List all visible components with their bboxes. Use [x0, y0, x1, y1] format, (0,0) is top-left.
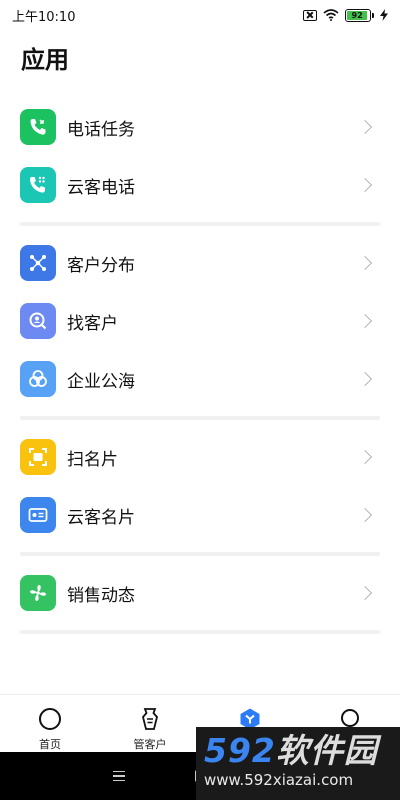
status-time: 上午10:10	[12, 9, 76, 25]
sales-dynamic-icon	[20, 575, 56, 611]
phone-task-icon	[20, 109, 56, 145]
distribution-icon	[20, 245, 56, 281]
app-group: 电话任务 云客电话	[0, 98, 400, 214]
app-group: 销售动态	[0, 564, 400, 622]
chevron-right-icon	[357, 507, 373, 523]
app-item-label: 电话任务	[67, 119, 135, 140]
scan-card-icon	[20, 439, 56, 475]
tab-label: 管客户	[133, 738, 167, 751]
app-item-label: 客户分布	[67, 255, 135, 276]
app-item-cloud-phone[interactable]: 云客电话	[20, 156, 380, 214]
chevron-right-icon	[357, 255, 373, 271]
app-item-customer-distribution[interactable]: 客户分布	[20, 234, 380, 292]
app-item-label: 企业公海	[67, 371, 135, 392]
tab-label: 首页	[39, 738, 61, 751]
chevron-right-icon	[357, 449, 373, 465]
customer-tab-icon	[142, 708, 158, 730]
app-item-business-card[interactable]: 云客名片	[20, 486, 380, 544]
tab-home[interactable]: 首页	[0, 695, 100, 752]
app-item-label: 扫名片	[67, 449, 118, 470]
battery-level: 92	[347, 10, 368, 20]
app-group: 扫名片 云客名片	[0, 428, 400, 544]
app-item-label: 云客名片	[67, 507, 135, 528]
app-item-label: 云客电话	[67, 177, 135, 198]
app-group: 客户分布 找客户 企业公海	[0, 234, 400, 408]
chevron-right-icon	[357, 371, 373, 387]
section-divider	[20, 552, 380, 556]
watermark: 592软件园 www.592xiazai.com	[196, 727, 400, 800]
find-customer-icon	[20, 303, 56, 339]
charging-icon	[380, 9, 388, 21]
no-sim-icon	[303, 9, 317, 21]
public-sea-icon	[20, 361, 56, 397]
status-bar: 上午10:10 92	[0, 0, 400, 30]
chevron-right-icon	[357, 585, 373, 601]
watermark-number: 592	[204, 731, 276, 770]
watermark-url: www.592xiazai.com	[204, 771, 354, 789]
wifi-icon	[323, 9, 339, 21]
section-divider	[20, 222, 380, 226]
app-item-public-sea[interactable]: 企业公海	[20, 350, 380, 408]
tab-manage-customers[interactable]: 管客户	[100, 695, 200, 752]
app-item-label: 销售动态	[67, 585, 135, 606]
chevron-right-icon	[357, 119, 373, 135]
menu-icon[interactable]	[112, 770, 125, 782]
app-item-label: 找客户	[67, 313, 118, 334]
cloud-phone-icon	[20, 167, 56, 203]
app-item-sales-dynamic[interactable]: 销售动态	[20, 564, 380, 622]
app-list: 电话任务 云客电话 客户分布 找客户 企业公海 扫名片 云客名片 销售动态	[0, 98, 400, 634]
section-divider	[20, 630, 380, 634]
home-tab-icon	[39, 708, 61, 730]
app-item-scan-card[interactable]: 扫名片	[20, 428, 380, 486]
battery-icon: 92	[345, 8, 374, 22]
business-card-icon	[20, 497, 56, 533]
page-title: 应用	[21, 46, 69, 74]
status-icons: 92	[303, 8, 388, 22]
chevron-right-icon	[357, 177, 373, 193]
section-divider	[20, 416, 380, 420]
watermark-brand: 软件园	[275, 731, 378, 770]
app-item-phone-task[interactable]: 电话任务	[20, 98, 380, 156]
chevron-right-icon	[357, 313, 373, 329]
watermark-logo: 592软件园	[204, 733, 400, 769]
app-item-find-customer[interactable]: 找客户	[20, 292, 380, 350]
